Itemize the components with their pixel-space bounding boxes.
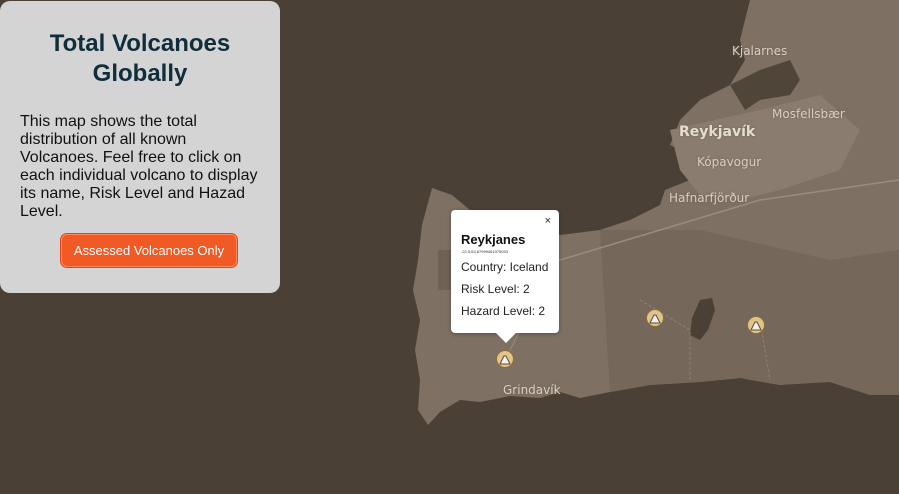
volcano-marker-reykjanes[interactable] — [497, 351, 513, 367]
volcano-icon — [649, 314, 661, 324]
panel-description: This map shows the total distribution of… — [20, 113, 258, 220]
assessed-volcanoes-button[interactable]: Assessed Volcanoes Only — [61, 234, 237, 267]
map-label-reykjavik: Reykjavík — [679, 124, 756, 140]
volcano-marker[interactable] — [748, 317, 764, 333]
volcano-marker[interactable] — [647, 310, 663, 326]
popup-risk-level: Risk Level: 2 — [461, 282, 530, 296]
map-label-kjalarnes: Kjalarnes — [732, 44, 788, 58]
popup-coordinates: -22.5,63.87999461075093 — [461, 249, 508, 254]
info-panel: Total Volcanoes Globally This map shows … — [0, 1, 280, 293]
map-label-grindavik: Grindavík — [503, 383, 561, 397]
popup-country: Country: Iceland — [461, 260, 549, 274]
close-icon[interactable]: × — [545, 216, 551, 227]
map-label-hafnarfjordur: Hafnarfjörður — [669, 191, 750, 205]
popup-hazard-level: Hazard Level: 2 — [461, 304, 546, 318]
volcano-icon — [499, 355, 511, 365]
volcano-icon — [750, 321, 762, 331]
panel-title: Total Volcanoes Globally — [49, 30, 231, 87]
volcano-popup: × Reykjanes -22.5,63.87999461075093 Coun… — [451, 210, 559, 343]
map-label-mosfellsbaer: Mosfellsbær — [772, 107, 845, 121]
map-label-kopavogur: Kópavogur — [697, 155, 762, 169]
popup-volcano-name: Reykjanes — [461, 232, 526, 247]
